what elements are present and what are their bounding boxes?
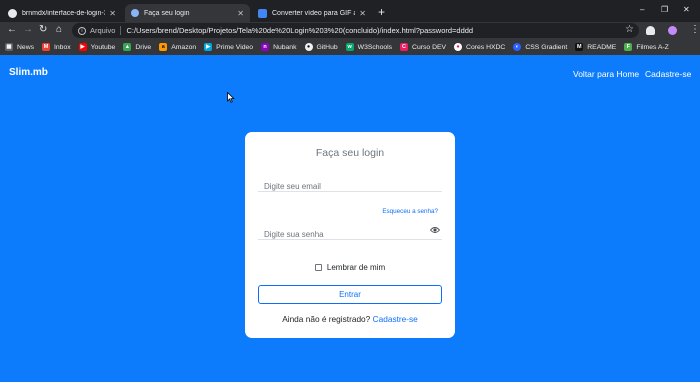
more-menu-icon[interactable]: ⋮ xyxy=(690,24,700,35)
bookmark-label: Drive xyxy=(135,43,152,51)
divider xyxy=(120,26,122,35)
converter-icon xyxy=(258,8,267,18)
address-bar[interactable]: i Arquivo C:/Users/brend/Desktop/Projeto… xyxy=(72,23,639,38)
tab-title: Faça seu login xyxy=(144,9,190,17)
brand-logo[interactable]: Slim.mb xyxy=(9,67,48,78)
grid-icon: ▦ xyxy=(5,43,13,51)
tab-title: Converter vídeo para GIF animad xyxy=(272,9,355,17)
nav-home-link[interactable]: Voltar para Home xyxy=(573,69,639,79)
back-arrow-icon[interactable]: ← xyxy=(7,24,17,36)
bookmark-nubank[interactable]: n Nubank xyxy=(261,43,297,51)
filmes-icon: F xyxy=(624,43,633,51)
remember-me[interactable]: Lembrar de mim xyxy=(245,263,455,272)
bookmark-label: Youtube xyxy=(90,43,116,51)
new-tab-button[interactable]: + xyxy=(378,6,385,18)
bookmark-prime-video[interactable]: ▶ Prime Video xyxy=(204,43,253,51)
forward-arrow-icon[interactable]: → xyxy=(23,24,33,36)
bookmark-label: Amazon xyxy=(171,43,197,51)
minimize-button[interactable]: – xyxy=(640,5,644,14)
drive-icon: ▲ xyxy=(123,43,132,51)
shield-extension-icon[interactable] xyxy=(646,26,655,35)
gmail-icon: M xyxy=(42,43,50,51)
amazon-icon: a xyxy=(159,43,168,51)
bookmark-label: Cores HXDC xyxy=(466,43,506,51)
bookmark-label: Nubank xyxy=(273,43,297,51)
eye-icon[interactable] xyxy=(430,226,440,234)
close-icon[interactable]: ✕ xyxy=(237,9,244,18)
no-account-text: Ainda não é registrado? xyxy=(282,314,371,324)
color-wheel-icon: ● xyxy=(454,43,463,51)
email-field[interactable] xyxy=(258,176,442,194)
bookmark-label: W3Schools xyxy=(357,43,393,51)
profile-avatar-icon[interactable] xyxy=(668,26,677,35)
tab-gif-converter[interactable]: Converter vídeo para GIF animad ✕ xyxy=(252,4,372,22)
login-title: Faça seu login xyxy=(315,147,385,159)
url-text[interactable]: C:/Users/brend/Desktop/Projetos/Tela%20d… xyxy=(126,26,473,35)
bookmark-label: Filmes A-Z xyxy=(636,43,669,51)
globe-icon xyxy=(131,9,139,17)
bookmark-label: Curso DEV xyxy=(412,43,447,51)
bookmark-amazon[interactable]: a Amazon xyxy=(159,43,196,51)
bookmark-label: Inbox xyxy=(54,43,71,51)
bookmark-label: CSS Gradient xyxy=(525,43,568,51)
bookmark-news[interactable]: ▦ News xyxy=(5,43,34,51)
bookmark-css-gradient[interactable]: ◐ CSS Gradient xyxy=(513,43,567,51)
login-button[interactable]: Entrar xyxy=(258,285,442,304)
nubank-icon: n xyxy=(261,43,270,51)
nav-signup-link[interactable]: Cadastre-se xyxy=(645,69,691,79)
youtube-icon: ▶ xyxy=(78,43,87,51)
w3schools-icon: w xyxy=(345,43,354,51)
bookmarks-bar: ▦ News M Inbox ▶ Youtube ▲ Drive a Amazo… xyxy=(0,39,700,55)
bookmark-drive[interactable]: ▲ Drive xyxy=(123,43,151,51)
close-window-button[interactable]: ✕ xyxy=(683,5,690,14)
bookmark-youtube[interactable]: ▶ Youtube xyxy=(78,43,116,51)
bookmark-github[interactable]: ● GitHub xyxy=(304,43,338,51)
bookmark-star-icon[interactable]: ☆ xyxy=(625,24,634,35)
bookmark-w3schools[interactable]: w W3Schools xyxy=(345,43,393,51)
email-input[interactable] xyxy=(258,179,442,194)
close-icon[interactable]: ✕ xyxy=(109,9,116,18)
curso-dev-icon: C xyxy=(400,43,409,51)
bookmark-inbox[interactable]: M Inbox xyxy=(42,43,71,51)
github-icon: ● xyxy=(304,43,313,51)
tab-login[interactable]: Faça seu login ✕ xyxy=(125,4,250,22)
close-icon[interactable]: ✕ xyxy=(359,9,366,18)
github-icon xyxy=(8,8,17,18)
login-card: Faça seu login Esqueceu a senha? Lembrar… xyxy=(245,132,455,338)
bookmark-label: GitHub xyxy=(316,43,338,51)
gradient-icon: ◐ xyxy=(513,43,522,51)
home-icon[interactable]: ⌂ xyxy=(56,24,62,36)
bookmark-label: Prime Video xyxy=(216,43,254,51)
scheme-label: Arquivo xyxy=(90,26,116,35)
bookmark-label: README xyxy=(587,43,617,51)
signup-prompt: Ainda não é registrado? Cadastre-se xyxy=(245,314,455,324)
remember-checkbox[interactable] xyxy=(314,264,322,271)
mouse-cursor-icon xyxy=(227,92,235,103)
bookmark-filmes[interactable]: F Filmes A-Z xyxy=(624,43,669,51)
readme-icon: M xyxy=(575,43,584,51)
bookmark-readme[interactable]: M README xyxy=(575,43,616,51)
bookmark-label: News xyxy=(17,43,34,51)
tab-github[interactable]: brnmdx/interface-de-login-3: #7 ✕ xyxy=(2,4,122,22)
password-field[interactable] xyxy=(258,224,442,242)
signup-link[interactable]: Cadastre-se xyxy=(373,314,418,324)
browser-toolbar: ← → ↻ ⌂ i Arquivo C:/Users/brend/Desktop… xyxy=(0,22,700,39)
reload-icon[interactable]: ↻ xyxy=(39,24,47,36)
tab-title: brnmdx/interface-de-login-3: #7 xyxy=(22,9,106,17)
info-icon[interactable]: i xyxy=(78,26,86,35)
forgot-password-link[interactable]: Esqueceu a senha? xyxy=(382,208,438,215)
bookmark-cores-hxdc[interactable]: ● Cores HXDC xyxy=(454,43,505,51)
restore-button[interactable]: ❐ xyxy=(661,5,668,14)
remember-label: Lembrar de mim xyxy=(326,263,386,272)
password-input[interactable] xyxy=(258,227,442,242)
bookmark-curso-dev[interactable]: C Curso DEV xyxy=(400,43,446,51)
prime-video-icon: ▶ xyxy=(204,43,213,51)
tab-strip: brnmdx/interface-de-login-3: #7 ✕ Faça s… xyxy=(0,0,700,22)
